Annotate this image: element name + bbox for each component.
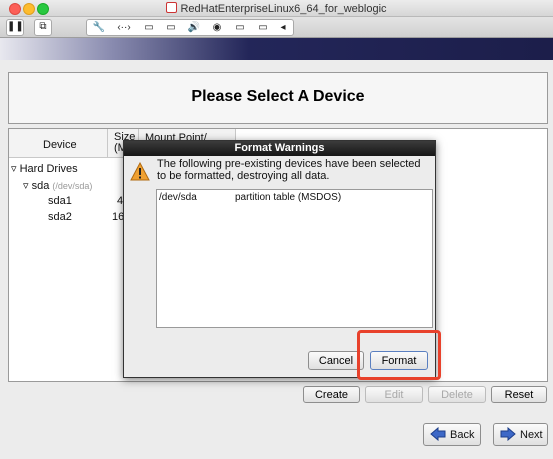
back-label: Back [450,429,475,441]
collapse-arrow-icon[interactable]: ◂ [273,20,293,35]
hard-drives-node[interactable]: ▿ Hard Drives [11,162,78,175]
hard-drives-label: Hard Drives [19,163,78,175]
delete-button[interactable]: Delete [428,386,486,403]
device-list: /dev/sda partition table (MSDOS) [156,189,433,328]
column-header-device[interactable]: Device [9,129,108,158]
sda-label: sda [31,180,50,192]
highlight-annotation [357,330,441,380]
window-title: RedHatEnterpriseLinux6_64_for_weblogic [0,2,553,15]
edit-button[interactable]: Edit [365,386,423,403]
settings-wrench-icon[interactable]: 🔧 [89,20,109,35]
next-button[interactable]: Next [493,423,548,446]
partition-name: sda1 [48,195,72,207]
partition-name: sda2 [48,211,72,223]
next-arrow-icon [500,427,516,441]
printer-icon[interactable]: ▭ [253,20,273,35]
header-banner [0,38,553,60]
create-button[interactable]: Create [303,386,360,403]
code-icon[interactable]: ‹··› [112,20,136,35]
snapshot-button[interactable]: ⧉ [34,19,52,36]
expander-icon[interactable]: ▿ [11,163,17,175]
device-row-path: /dev/sda [159,192,197,203]
column-device-label: Device [43,139,77,151]
sound-icon[interactable]: 🔊 [184,20,204,35]
window-title-text: RedHatEnterpriseLinux6_64_for_weblogic [180,3,387,15]
sda-node[interactable]: ▿ sda (/dev/sda) [23,179,92,192]
pause-button[interactable]: ❚❚ [6,19,24,36]
warning-icon [130,162,150,181]
usb-icon[interactable]: ▭ [230,20,250,35]
vm-tool-group: 🔧 ‹··› ▭ ▭ 🔊 ◉ ▭ ▭ ◂ [86,19,294,36]
heading-box: Please Select A Device [8,72,548,124]
partition-sda1[interactable]: sda1 [48,195,72,207]
camera-icon[interactable]: ◉ [207,20,227,35]
display-icon[interactable]: ▭ [139,20,159,35]
screen-icon[interactable]: ▭ [161,20,181,35]
page-title: Please Select A Device [191,88,365,105]
expander-icon[interactable]: ▿ [23,180,29,192]
reset-button[interactable]: Reset [491,386,547,403]
next-label: Next [520,429,543,441]
sda-path: (/dev/sda) [52,181,93,191]
back-button[interactable]: Back [423,423,481,446]
back-arrow-icon [430,427,446,441]
window-titlebar: RedHatEnterpriseLinux6_64_for_weblogic [0,0,553,17]
vm-toolbar: ❚❚ ⧉ 🔧 ‹··› ▭ ▭ 🔊 ◉ ▭ ▭ ◂ [0,17,553,38]
cancel-button[interactable]: Cancel [308,351,364,370]
dialog-title: Format Warnings [124,141,435,156]
device-row-description: partition table (MSDOS) [235,192,342,203]
dialog-message: The following pre-existing devices have … [157,158,421,182]
vm-icon [166,2,178,13]
partition-sda2[interactable]: sda2 [48,211,72,223]
